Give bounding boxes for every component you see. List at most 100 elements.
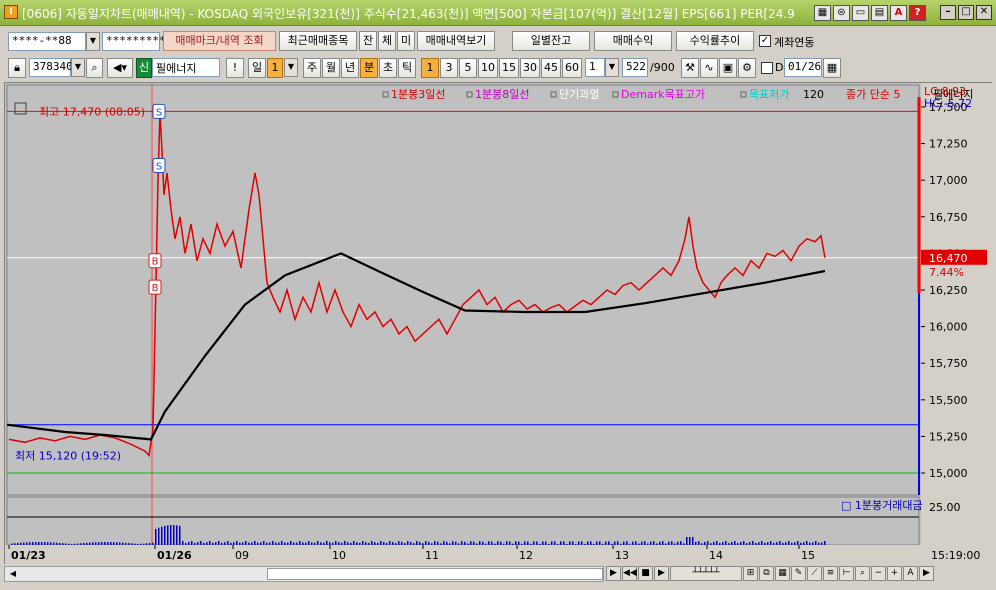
link-icon[interactable]: ⊜ xyxy=(833,5,850,21)
lock-icon[interactable]: 🔒︎ xyxy=(8,58,26,78)
volume-bar xyxy=(221,542,223,545)
price-tick-label: 16,000 xyxy=(929,321,968,334)
volume-bar xyxy=(686,537,688,545)
return-trend-button[interactable]: 수익률추이 xyxy=(676,31,754,51)
volume-bar xyxy=(656,543,658,545)
trade-profit-button[interactable]: 매매수익 xyxy=(594,31,672,51)
period-minute-button[interactable]: 분 xyxy=(360,58,378,78)
forward-icon[interactable]: ▶ xyxy=(654,566,669,581)
account-field[interactable]: ****-**88 xyxy=(8,32,86,51)
volume-bar xyxy=(467,543,469,545)
price-chart[interactable]: S S B B 최고 17,470 (08:05) 최저 15,120 (19:52) 1분… xyxy=(5,83,993,565)
period-dropdown-icon[interactable]: ▼ xyxy=(284,58,298,77)
speaker-icon[interactable]: ◀▾ xyxy=(107,58,133,78)
tools-icon[interactable]: ⚒ xyxy=(681,58,699,78)
indicator-icon[interactable]: ∿ xyxy=(700,58,718,78)
minute-60-button[interactable]: 60 xyxy=(562,58,582,78)
close-button[interactable]: ✕ xyxy=(976,5,992,20)
trade-history-button[interactable]: 매매내역보기 xyxy=(417,31,495,51)
code-dropdown-icon[interactable]: ▼ xyxy=(71,58,85,77)
account-link-checkbox[interactable]: ✓ xyxy=(759,35,771,47)
calendar-icon[interactable]: ▦ xyxy=(823,58,841,78)
scroll-thumb[interactable] xyxy=(267,568,603,580)
volume-bar xyxy=(23,542,25,545)
volume-bar xyxy=(65,543,67,545)
play-icon[interactable]: ▶ xyxy=(606,566,621,581)
price-tick-label: 17,000 xyxy=(929,174,968,187)
account-dropdown-icon[interactable]: ▼ xyxy=(86,32,100,51)
legend-item: Demark목표고가 xyxy=(621,88,705,101)
scroll-left-icon[interactable]: ◀ xyxy=(6,568,20,580)
unit-dropdown-icon[interactable]: ▼ xyxy=(605,58,619,77)
minute-30-button[interactable]: 30 xyxy=(520,58,540,78)
font-icon[interactable]: A xyxy=(890,5,907,21)
volume-bar xyxy=(53,542,55,545)
fib-icon[interactable]: ≡ xyxy=(823,566,838,581)
minimize-button[interactable]: – xyxy=(940,5,956,20)
volume-bar xyxy=(518,541,520,545)
draw-icon[interactable]: ✎ xyxy=(791,566,806,581)
layout-icon[interactable]: ▤ xyxy=(871,5,888,21)
minute-1-button[interactable]: 1 xyxy=(421,58,439,78)
period-monthly-button[interactable]: 월 xyxy=(322,58,340,78)
zoom-region-icon[interactable]: ⊞ xyxy=(743,566,758,581)
volume-bar xyxy=(512,543,514,545)
text-icon[interactable]: A xyxy=(903,566,918,581)
minute-10-button[interactable]: 10 xyxy=(478,58,498,78)
horizontal-scrollbar[interactable]: ◀ xyxy=(4,566,604,582)
trade-marker-label: S xyxy=(156,107,162,118)
trade-mark-query-button[interactable]: 매매마크/내역 조회 xyxy=(163,31,276,51)
minute-3-button[interactable]: 3 xyxy=(440,58,458,78)
alert-button[interactable]: ! xyxy=(226,58,244,78)
volume-bar xyxy=(458,543,460,545)
recent-trades-button[interactable]: 최근매매종목 xyxy=(279,31,357,51)
count-field[interactable]: 522 xyxy=(622,58,648,77)
unit-field[interactable]: 1 xyxy=(585,58,605,77)
save-icon[interactable]: ▣ xyxy=(719,58,737,78)
help-icon[interactable]: ? xyxy=(909,5,926,21)
window-title: [0606] 자동일지차트(매매내역) - KOSDAQ 외국인보유[321(천… xyxy=(22,7,795,21)
volume-bar xyxy=(311,542,313,545)
plus-icon[interactable]: + xyxy=(887,566,902,581)
app-icon: I xyxy=(4,5,18,19)
stop-icon[interactable]: ■ xyxy=(638,566,653,581)
period-daily-button[interactable]: 일 xyxy=(248,58,266,78)
minute-15-button[interactable]: 15 xyxy=(499,58,519,78)
window-list-icon[interactable]: ▦ xyxy=(814,5,831,21)
minus-icon[interactable]: − xyxy=(871,566,886,581)
date-field[interactable]: 01/26 xyxy=(784,58,822,77)
volume-bar xyxy=(146,543,148,545)
period-yearly-button[interactable]: 년 xyxy=(341,58,359,78)
ruler-icon[interactable]: ⊢ xyxy=(839,566,854,581)
volume-bar xyxy=(359,542,361,545)
rewind-icon[interactable]: ◀◀ xyxy=(622,566,637,581)
executed-button[interactable]: 체 xyxy=(378,31,396,51)
minute-45-button[interactable]: 45 xyxy=(541,58,561,78)
volume-bar xyxy=(737,543,739,545)
trend-icon[interactable]: ⟋ xyxy=(807,566,822,581)
password-field[interactable]: ********* xyxy=(102,32,166,51)
copy-icon[interactable]: ⧉ xyxy=(759,566,774,581)
date-checkbox[interactable] xyxy=(761,62,773,74)
unexecuted-button[interactable]: 미 xyxy=(397,31,415,51)
chart-area[interactable]: S S B B 최고 17,470 (08:05) 최저 15,120 (19:52) 1분… xyxy=(4,82,993,565)
maximize-button[interactable]: □ xyxy=(958,5,974,20)
balance-button[interactable]: 잔 xyxy=(359,31,377,51)
period-weekly-button[interactable]: 주 xyxy=(303,58,321,78)
settings-icon[interactable]: ⚙ xyxy=(738,58,756,78)
minute-5-button[interactable]: 5 xyxy=(459,58,477,78)
trade-marker-label: B xyxy=(152,283,159,294)
stock-code-field[interactable]: 378340 xyxy=(29,58,73,77)
grid-icon[interactable]: ▦ xyxy=(775,566,790,581)
print-icon[interactable]: ▭ xyxy=(852,5,869,21)
daily-balance-button[interactable]: 일별잔고 xyxy=(512,31,590,51)
date-checkbox-label: D xyxy=(775,61,784,74)
period-tick-button[interactable]: 틱 xyxy=(398,58,416,78)
scroll-right-icon[interactable]: ▶ xyxy=(919,566,934,581)
zoom-icon[interactable]: ⌕ xyxy=(855,566,870,581)
period-daily-value[interactable]: 1 xyxy=(267,58,283,78)
time-tick-label: 14 xyxy=(709,549,723,562)
speed-slider[interactable]: ┴┴┴┴┴ xyxy=(670,566,742,581)
search-icon[interactable]: ⌕ xyxy=(86,58,103,78)
period-second-button[interactable]: 초 xyxy=(379,58,397,78)
